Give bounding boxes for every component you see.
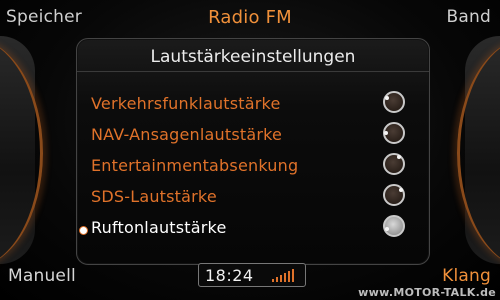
mmi-screen: Speicher Radio FM Band Lautstärkeeinstel… (0, 0, 500, 300)
signal-strength-icon (272, 268, 296, 282)
softkey-band[interactable]: Band (447, 7, 491, 27)
volume-knob-icon[interactable] (383, 184, 405, 206)
list-item-sds[interactable]: SDS-Lautstärke (77, 182, 429, 213)
list-item-label: SDS-Lautstärke (91, 187, 217, 206)
list-item-label: Entertainmentabsenkung (91, 156, 299, 175)
list-item-label: Verkehrsfunklautstärke (91, 94, 281, 113)
volume-knob-icon[interactable] (383, 215, 405, 237)
softkey-klang[interactable]: Klang (442, 266, 491, 286)
left-arc-decoration (0, 38, 43, 268)
screen-title: Radio FM (208, 7, 292, 28)
right-arc-decoration (457, 38, 500, 268)
volume-settings-list: Verkehrsfunklautstärke NAV-Ansagenlautst… (77, 89, 429, 244)
softkey-manuell[interactable]: Manuell (8, 266, 76, 286)
volume-knob-icon[interactable] (383, 122, 405, 144)
volume-knob-icon[interactable] (383, 153, 405, 175)
clock-time: 18:24 (205, 266, 254, 285)
selection-bullet-icon (79, 226, 88, 235)
list-item-label: Ruftonlautstärke (91, 218, 227, 237)
list-item-verkehrsfunk[interactable]: Verkehrsfunklautstärke (77, 89, 429, 120)
watermark: www.MOTOR-TALK.de (358, 286, 496, 299)
volume-settings-panel: Lautstärkeeinstellungen Verkehrsfunklaut… (76, 38, 430, 265)
list-item-nav-ansage[interactable]: NAV-Ansagenlautstärke (77, 120, 429, 151)
status-clock: 18:24 (198, 263, 306, 287)
panel-title: Lautstärkeeinstellungen (77, 39, 429, 72)
list-item-label: NAV-Ansagenlautstärke (91, 125, 283, 144)
list-item-rufton[interactable]: Ruftonlautstärke (77, 213, 429, 244)
volume-knob-icon[interactable] (383, 91, 405, 113)
list-item-entertainment[interactable]: Entertainmentabsenkung (77, 151, 429, 182)
